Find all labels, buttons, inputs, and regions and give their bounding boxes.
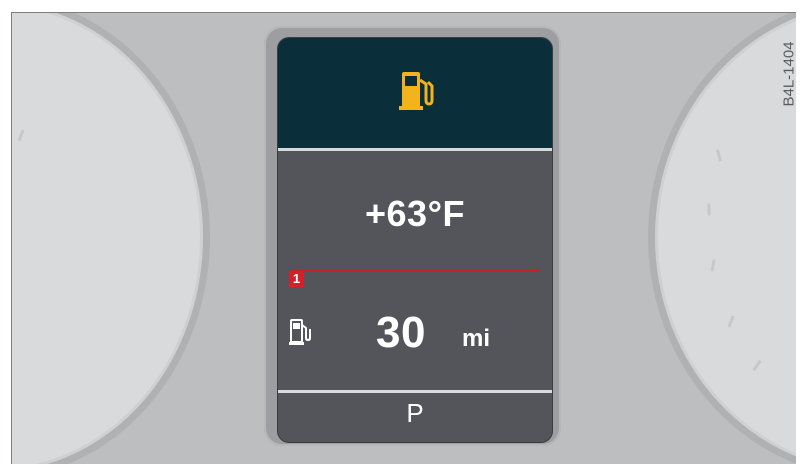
figure: B4L-1404 +63°F 1 30 mi P <box>0 0 805 464</box>
figure-code: B4L-1404 <box>778 33 797 115</box>
range-value: 30 <box>376 308 426 357</box>
warning-area <box>278 38 552 148</box>
gauge-tick <box>710 259 716 272</box>
marker-line <box>290 269 539 272</box>
divider <box>278 390 552 393</box>
fuel-pump-icon <box>289 319 311 345</box>
gauge-tick <box>727 315 735 328</box>
left-gauge <box>12 13 210 464</box>
divider <box>278 148 552 151</box>
gauge-tick <box>707 203 711 216</box>
figure-code-label: B4L-1404 <box>780 41 797 107</box>
gauge-tick <box>17 129 25 142</box>
range-unit: mi <box>462 325 491 352</box>
driver-info-display: +63°F 1 30 mi P <box>277 37 553 443</box>
fuel-pump-warning-icon <box>399 72 434 110</box>
gauge-tick <box>715 149 723 162</box>
right-gauge <box>648 13 796 464</box>
outside-temperature: +63°F <box>365 193 465 234</box>
gear-indicator: P <box>406 398 424 428</box>
callout-marker: 1 <box>289 271 304 287</box>
gauge-tick <box>752 359 762 372</box>
